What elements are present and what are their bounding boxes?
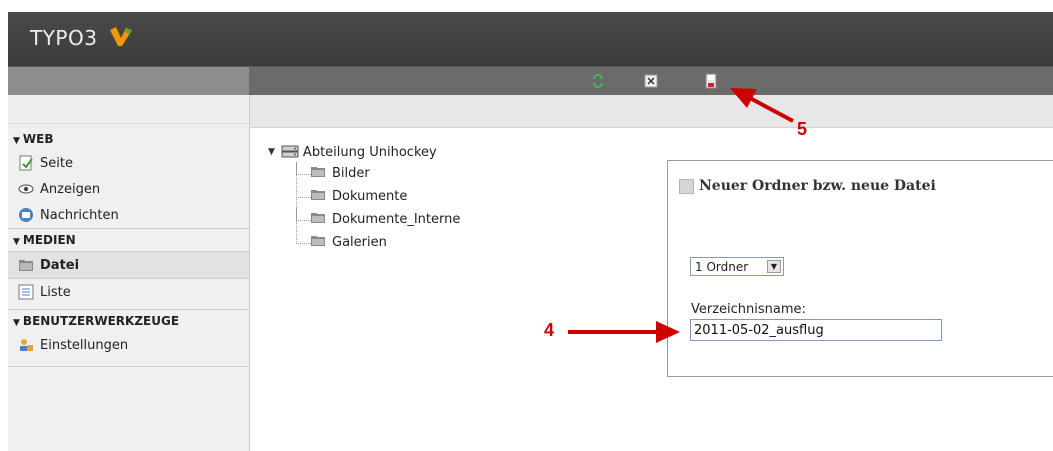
- annotation-4: 4: [544, 320, 555, 340]
- arrow-4-head: [656, 321, 680, 343]
- annotation-overlay: [568, 88, 794, 343]
- arrow-5: [747, 95, 794, 123]
- annotation-5: 5: [797, 119, 808, 139]
